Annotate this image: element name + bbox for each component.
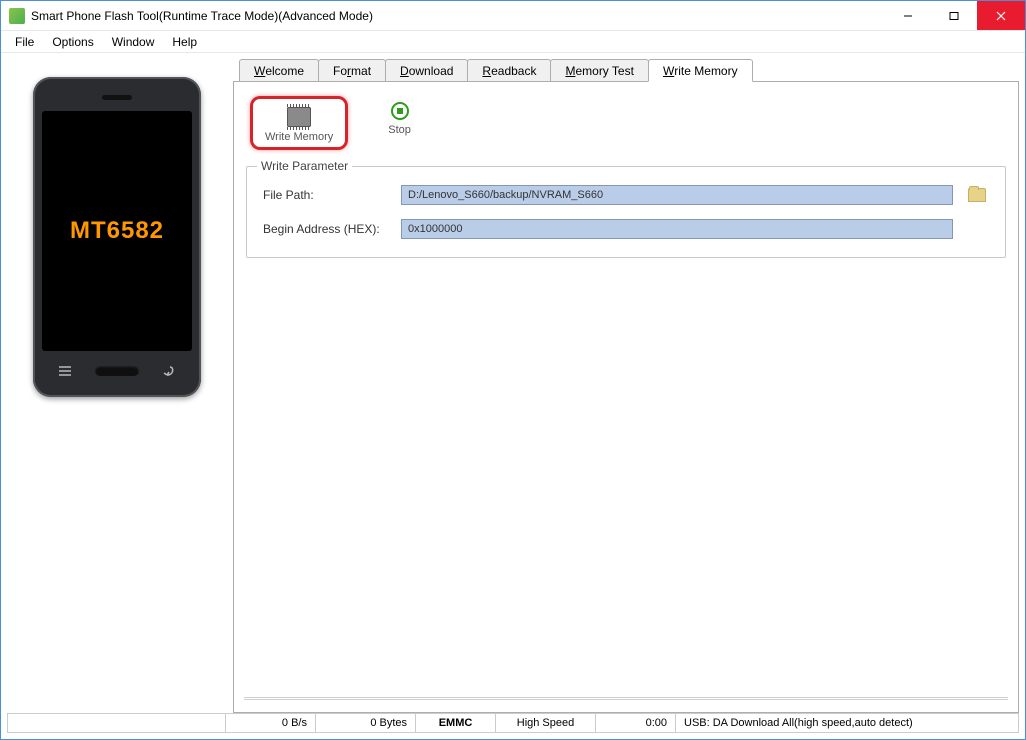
tab-readback[interactable]: Readback	[467, 59, 551, 81]
stop-icon	[391, 102, 409, 120]
body-area: MT6582 Welcome Format Download Read	[1, 53, 1025, 713]
phone-menu-icon	[48, 363, 82, 379]
begin-address-label: Begin Address (HEX):	[263, 222, 393, 236]
file-path-input[interactable]	[401, 185, 953, 205]
bottom-divider	[244, 697, 1008, 700]
chip-label: MT6582	[70, 217, 164, 245]
status-usb: USB: DA Download All(high speed,auto det…	[675, 714, 1019, 733]
tab-format-label-a: Fo	[333, 64, 347, 78]
write-parameter-legend: Write Parameter	[257, 159, 352, 173]
tab-welcome[interactable]: Welcome	[239, 59, 319, 81]
chip-icon	[287, 107, 311, 127]
write-memory-label: Write Memory	[265, 131, 333, 143]
phone-mockup: MT6582	[33, 77, 201, 397]
status-rate: 0 B/s	[225, 714, 315, 733]
tab-welcome-label: elcome	[265, 64, 304, 78]
phone-home-button	[95, 366, 139, 376]
right-pane: Welcome Format Download Readback Memory …	[233, 59, 1019, 713]
maximize-button[interactable]	[931, 1, 977, 30]
tab-write-memory[interactable]: Write Memory	[648, 59, 753, 82]
status-time: 0:00	[595, 714, 675, 733]
write-memory-button[interactable]: Write Memory	[250, 96, 348, 150]
status-bytes: 0 Bytes	[315, 714, 415, 733]
close-button[interactable]	[977, 1, 1025, 30]
status-empty	[7, 714, 225, 733]
phone-speaker	[102, 95, 132, 100]
left-pane: MT6582	[7, 59, 227, 713]
stop-button[interactable]: Stop	[378, 96, 421, 142]
statusbar: 0 B/s 0 Bytes EMMC High Speed 0:00 USB: …	[7, 713, 1019, 733]
phone-screen: MT6582	[42, 111, 192, 351]
tab-memtest-label: emory Test	[575, 64, 633, 78]
begin-address-input[interactable]	[401, 219, 953, 239]
menu-help[interactable]: Help	[164, 32, 205, 52]
tab-format[interactable]: Format	[318, 59, 386, 81]
begin-address-row: Begin Address (HEX):	[263, 219, 989, 239]
app-icon	[9, 8, 25, 24]
phone-top	[42, 87, 192, 107]
tab-memory-test[interactable]: Memory Test	[550, 59, 648, 81]
tab-content: Write Memory Stop Write Parameter File P…	[233, 81, 1019, 713]
window-title: Smart Phone Flash Tool(Runtime Trace Mod…	[31, 9, 885, 23]
menu-file[interactable]: File	[7, 32, 42, 52]
maximize-icon	[949, 11, 959, 21]
app-window: Smart Phone Flash Tool(Runtime Trace Mod…	[0, 0, 1026, 740]
content-spacer	[244, 260, 1008, 697]
file-path-row: File Path:	[263, 185, 989, 205]
menu-window[interactable]: Window	[104, 32, 163, 52]
tab-format-label-b: mat	[351, 64, 371, 78]
toolbar: Write Memory Stop	[244, 92, 1008, 162]
status-speed: High Speed	[495, 714, 595, 733]
close-icon	[996, 11, 1006, 21]
stop-label: Stop	[388, 124, 411, 136]
tab-writemem-label: rite Memory	[674, 64, 737, 78]
tab-download-label: ownload	[409, 64, 454, 78]
browse-file-button[interactable]	[965, 185, 989, 205]
titlebar: Smart Phone Flash Tool(Runtime Trace Mod…	[1, 1, 1025, 31]
minimize-icon	[903, 11, 913, 21]
phone-nav	[42, 357, 192, 385]
menubar: File Options Window Help	[1, 31, 1025, 53]
write-parameter-group: Write Parameter File Path: Begin Address…	[246, 166, 1006, 258]
phone-back-icon	[152, 363, 186, 379]
window-controls	[885, 1, 1025, 30]
folder-icon	[968, 188, 986, 202]
status-storage: EMMC	[415, 714, 495, 733]
menu-options[interactable]: Options	[44, 32, 101, 52]
minimize-button[interactable]	[885, 1, 931, 30]
tab-readback-label: eadback	[491, 64, 536, 78]
tab-download[interactable]: Download	[385, 59, 468, 81]
file-path-label: File Path:	[263, 188, 393, 202]
tab-bar: Welcome Format Download Readback Memory …	[233, 59, 1019, 81]
